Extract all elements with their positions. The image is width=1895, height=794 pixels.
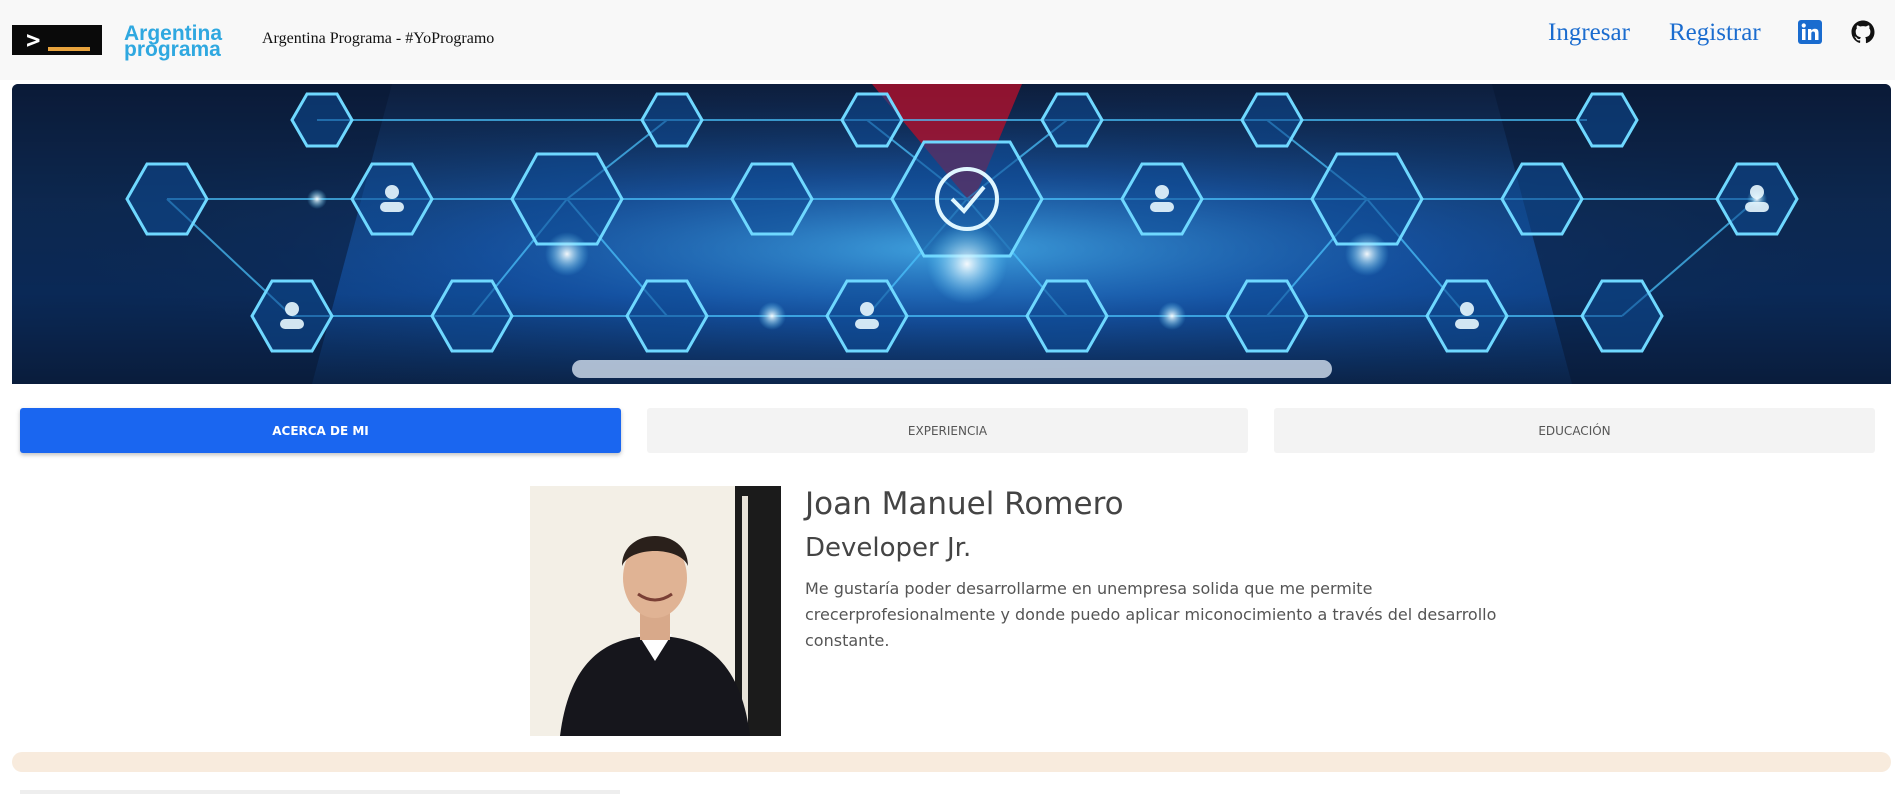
navbar: > Argentina programa Argentina Programa …	[0, 0, 1895, 80]
logo-text-line2: programa	[124, 38, 221, 61]
tab-about-me[interactable]: ACERCA DE MI	[20, 408, 621, 453]
linkedin-icon[interactable]	[1798, 20, 1822, 44]
bottom-divider	[20, 790, 620, 794]
argentina-programa-logo[interactable]: Argentina programa	[124, 23, 244, 61]
profile-role: Developer Jr.	[805, 533, 972, 563]
tab-experience[interactable]: EXPERIENCIA	[647, 408, 1248, 453]
login-link[interactable]: Ingresar	[1548, 19, 1630, 47]
profile-name: Joan Manuel Romero	[805, 486, 1124, 522]
network-hexagons-image	[12, 84, 1891, 384]
header-banner-image	[12, 84, 1891, 384]
terminal-logo-icon[interactable]: >	[12, 25, 102, 55]
brand-title: Argentina Programa - #YoProgramo	[262, 30, 495, 47]
register-link[interactable]: Registrar	[1669, 19, 1761, 47]
profile-bio: Me gustaría poder desarrollarme en unemp…	[805, 579, 1497, 650]
profile-photo	[530, 486, 781, 736]
section-divider-bar	[12, 752, 1891, 772]
tab-education[interactable]: EDUCACIÓN	[1274, 408, 1875, 453]
github-icon[interactable]	[1851, 20, 1875, 44]
